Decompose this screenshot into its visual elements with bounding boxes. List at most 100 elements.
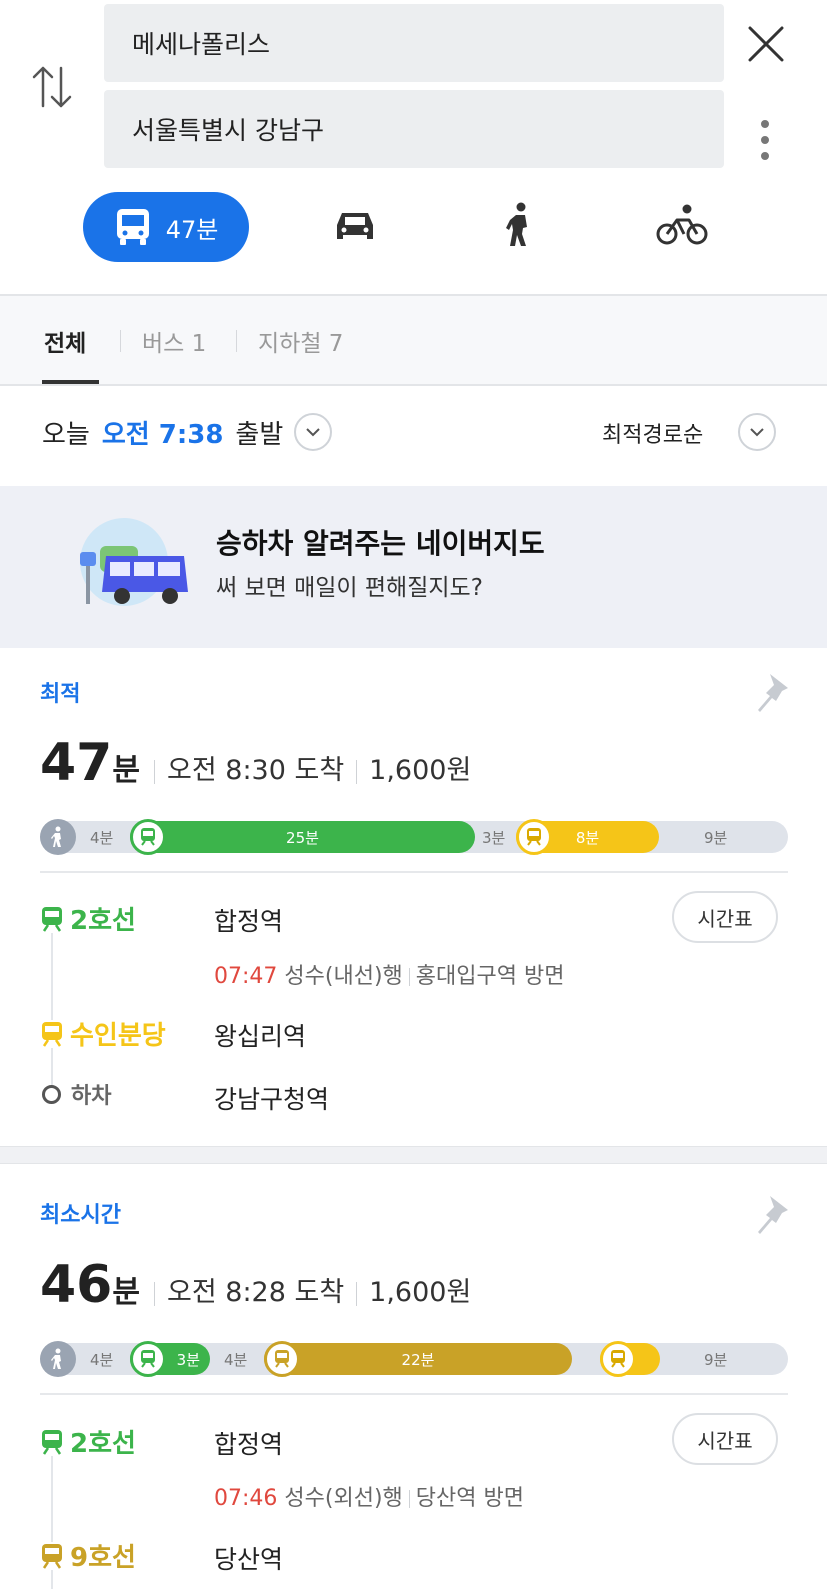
divider	[40, 1393, 788, 1395]
board-station: 합정역	[214, 907, 284, 936]
route-duration-number: 46	[40, 1255, 113, 1315]
destination-text: 서울특별시 강남구	[132, 116, 324, 145]
close-icon[interactable]	[746, 24, 786, 64]
route-fare: 1,600원	[369, 1277, 472, 1308]
tab-divider	[120, 330, 121, 352]
more-options-icon[interactable]	[760, 118, 770, 162]
departure-suffix: 출발	[235, 419, 284, 450]
departure-time: 오전 7:38	[101, 419, 224, 450]
alight-station: 강남구청역	[214, 1085, 330, 1114]
step-alight: 하차	[40, 1078, 111, 1110]
origin-field[interactable]: 메세나폴리스	[104, 4, 724, 82]
step-line-9: 9호선	[40, 1537, 136, 1574]
tab-active-indicator	[42, 380, 99, 384]
departure-clock: 07:47	[214, 964, 278, 989]
bike-icon	[656, 204, 708, 250]
bus-illustration	[72, 516, 192, 616]
tab-divider	[236, 330, 237, 352]
transfer-station: 왕십리역	[214, 1022, 307, 1051]
promo-banner[interactable]: 승하차 알려주는 네이버지도 써 보면 매일이 편해질지도?	[0, 486, 827, 648]
car-icon	[333, 207, 377, 247]
banner-subtitle: 써 보면 매일이 편해질지도?	[216, 575, 483, 601]
transit-mode-button[interactable]: 47분	[83, 192, 249, 262]
line-name: 수인분당	[70, 1021, 166, 1051]
route-arrival-fare: 오전 8:28 도착 1,600원	[142, 1270, 471, 1309]
route-timeline-bar: 4분 25분 3분 8분 9분	[40, 819, 788, 855]
walk-duration: 9분	[704, 1350, 728, 1369]
route-duration-unit: 분	[112, 753, 140, 788]
step-line-2: 2호선	[40, 1423, 136, 1460]
route-arrival-fare: 오전 8:30 도착 1,600원	[142, 748, 471, 787]
transit-duration: 47분	[165, 215, 219, 244]
walk-icon	[40, 1341, 76, 1377]
departure-dropdown-icon[interactable]	[294, 413, 332, 451]
ride-segment-line9: 22분	[264, 1343, 572, 1375]
departure-clock: 07:46	[214, 1486, 278, 1511]
transfer-walk-duration: 3분	[482, 828, 506, 847]
route-label: 최적	[40, 682, 81, 707]
departure-day: 오늘	[42, 419, 90, 450]
train-direction: 성수(외선)행	[284, 1486, 403, 1511]
subway-icon	[40, 1541, 64, 1570]
board-station: 합정역	[214, 1430, 284, 1459]
subway-icon	[40, 904, 64, 933]
route-label: 최소시간	[40, 1203, 121, 1228]
route-duration: 46분	[40, 1255, 140, 1315]
route-duration-number: 47	[40, 733, 113, 793]
route-timeline-bar: 4분 3분 4분 22분 9분	[40, 1341, 788, 1377]
timetable-button[interactable]: 시간표	[672, 891, 778, 943]
train-detail: 07:46 성수(외선)행 당산역 방면	[214, 1480, 524, 1512]
walk-duration: 4분	[90, 828, 114, 847]
route-arrival: 오전 8:28 도착	[167, 1277, 345, 1308]
subway-icon	[40, 1427, 64, 1456]
walk-duration: 9분	[704, 828, 728, 847]
subway-icon	[516, 819, 552, 855]
transfer-walk-duration: 4분	[224, 1350, 248, 1369]
subway-icon	[600, 1341, 636, 1377]
sort-option[interactable]: 최적경로순	[602, 417, 703, 449]
subway-icon	[40, 1019, 64, 1048]
transfer-station: 당산역	[214, 1545, 284, 1574]
train-direction: 성수(내선)행	[284, 964, 403, 989]
route-duration-unit: 분	[112, 1275, 140, 1310]
sort-dropdown-icon[interactable]	[738, 413, 776, 451]
walk-mode-button[interactable]	[500, 192, 540, 262]
route-arrival: 오전 8:30 도착	[167, 755, 345, 786]
timetable-button[interactable]: 시간표	[672, 1413, 778, 1465]
subway-icon	[130, 1341, 166, 1377]
route-step-line	[51, 930, 53, 1088]
step-line-2: 2호선	[40, 900, 136, 937]
divider	[40, 871, 788, 873]
card-separator	[0, 1146, 827, 1164]
pin-icon[interactable]	[756, 672, 792, 714]
alight-dot-icon	[42, 1084, 61, 1104]
tab-subway[interactable]: 지하철 7	[258, 324, 343, 358]
route-fare: 1,600원	[369, 755, 472, 786]
subway-icon	[264, 1341, 300, 1377]
walk-icon	[40, 819, 76, 855]
car-mode-button[interactable]	[325, 192, 385, 262]
pin-icon[interactable]	[756, 1194, 792, 1236]
tab-bus[interactable]: 버스 1	[142, 324, 206, 358]
subway-icon	[130, 819, 166, 855]
origin-text: 메세나폴리스	[132, 30, 271, 59]
departure-selector[interactable]: 오늘 오전 7:38 출발	[42, 412, 283, 452]
train-exit: 홍대입구역 방면	[415, 964, 565, 989]
line-name: 9호선	[70, 1543, 136, 1573]
bike-mode-button[interactable]	[655, 192, 709, 262]
destination-field[interactable]: 서울특별시 강남구	[104, 90, 724, 168]
tab-all[interactable]: 전체	[44, 324, 86, 358]
swap-icon[interactable]	[30, 62, 74, 112]
walk-icon	[505, 202, 535, 252]
line-name: 2호선	[70, 1429, 136, 1459]
line-name: 2호선	[70, 906, 136, 936]
train-detail: 07:47 성수(내선)행 홍대입구역 방면	[214, 958, 564, 990]
alight-label: 하차	[71, 1084, 112, 1109]
route-duration: 47분	[40, 733, 140, 793]
banner-title: 승하차 알려주는 네이버지도	[216, 527, 545, 560]
step-line-suin: 수인분당	[40, 1015, 166, 1052]
walk-duration: 4분	[90, 1350, 114, 1369]
route-type-tabs: 전체 버스 1 지하철 7	[0, 294, 827, 386]
ride-segment-line2: 25분	[130, 821, 475, 853]
bus-icon	[114, 207, 152, 247]
